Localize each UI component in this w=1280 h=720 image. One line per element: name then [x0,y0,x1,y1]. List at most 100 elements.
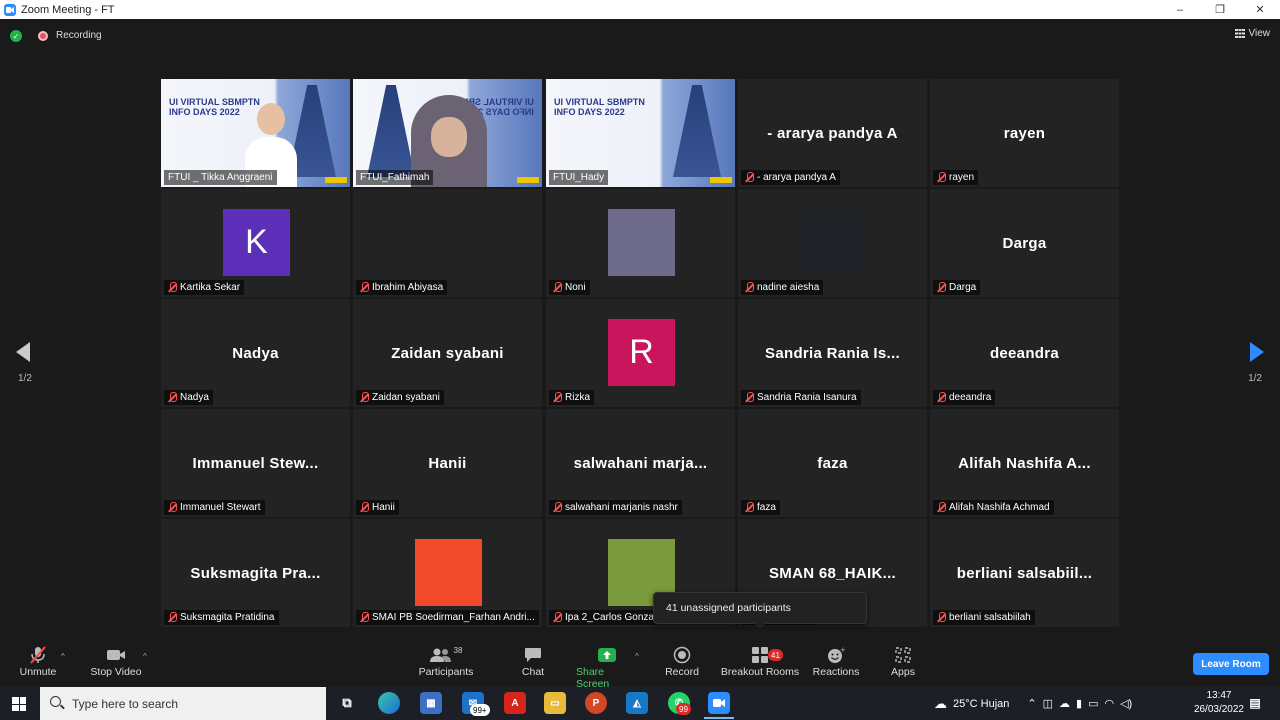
participant-tile[interactable]: rayen rayen [930,79,1119,187]
view-button[interactable]: View [1234,28,1270,39]
share-screen-button[interactable]: Share Screen [576,644,638,690]
minimize-button[interactable]: – [1160,0,1200,19]
participant-name-label: Ibrahim Abiyasa [356,280,448,295]
task-view-icon[interactable]: ⧉ [336,692,358,714]
taskbar-search-box[interactable]: Type here to search [40,687,326,720]
participant-tile[interactable]: Suksmagita Pra... Suksmagita Pratidina [161,519,350,627]
participant-tile[interactable]: UI VIRTUAL SBMPTN INFO DAYS 2022 FTUI _ Ti… [161,79,350,187]
slide-logo-mark [325,177,347,183]
participants-button[interactable]: 38 Participants [418,644,474,679]
notifications-icon[interactable]: ▤ [1244,692,1266,714]
participant-tile[interactable]: Noni [546,189,735,297]
participant-tile[interactable]: Nadya Nadya [161,299,350,407]
share-options-caret-icon[interactable]: ^ [635,652,639,661]
participant-tile[interactable]: R Rizka [546,299,735,407]
window-title: Zoom Meeting - FT [21,3,115,16]
record-button[interactable]: Record [664,644,700,678]
network-icon[interactable]: ◫ [1043,697,1053,710]
participant-name-label: Suksmagita Pratidina [164,610,279,625]
tray-chevron-icon[interactable]: ⌃ [1027,697,1036,710]
participant-name: Immanuel Stewart [180,502,261,513]
onedrive-icon[interactable]: ☁ [1059,697,1070,710]
file-explorer-icon[interactable]: ▭ [544,692,566,714]
clock-time: 13:47 [1206,690,1232,701]
unmute-button[interactable]: Unmute [18,644,58,678]
participant-tile[interactable]: Ibrahim Abiyasa [353,189,542,297]
participant-tile[interactable]: UI VIRTUAL SBMPTN INFO DAYS 2022 FTUI_Hady [546,79,735,187]
participant-tile[interactable]: Hanii Hanii [353,409,542,517]
breakout-tooltip: 41 unassigned participants [653,592,867,629]
taskbar-clock[interactable]: 13:47 26/03/2022 [1194,689,1244,717]
acrobat-icon[interactable]: A [504,692,526,714]
tray-mic-icon[interactable]: ▮ [1076,697,1082,710]
participants-icon: 38 [429,644,462,666]
muted-microphone-icon [553,282,562,293]
participant-name: Suksmagita Pratidina [180,612,275,623]
muted-microphone-icon [745,172,754,183]
video-camera-icon [106,644,126,666]
video-options-caret-icon[interactable]: ^ [143,652,147,661]
zoom-taskbar-icon[interactable] [704,692,734,719]
participant-name: nadine aiesha [757,282,820,293]
profile-photo [415,539,482,606]
muted-microphone-icon [553,392,562,403]
participant-tile[interactable]: Darga Darga [930,189,1119,297]
participant-tile[interactable]: SMAI PB Soedirman_Farhan Andri... [353,519,542,627]
muted-microphone-icon [937,612,946,623]
stop-video-button[interactable]: Stop Video [88,644,144,678]
participant-face [431,117,467,157]
microphone-muted-icon [28,644,48,666]
wifi-icon[interactable]: ◠ [1104,697,1114,710]
breakout-rooms-icon [751,644,769,666]
participant-tile[interactable]: Immanuel Stew... Immanuel Stewart [161,409,350,517]
edge-browser-icon[interactable] [378,692,400,714]
apps-label: Apps [891,666,915,678]
taskbar-search-placeholder: Type here to search [72,696,179,711]
photos-icon[interactable]: ◭ [626,692,648,714]
participant-tile[interactable]: Alifah Nashifa A... Alifah Nashifa Achmad [930,409,1119,517]
leave-room-button[interactable]: Leave Room [1193,653,1269,675]
participant-tile[interactable]: nadine aiesha [738,189,927,297]
participant-name-label: Zaidan syabani [356,390,444,405]
profile-photo [608,209,675,276]
participant-name: Ibrahim Abiyasa [372,282,444,293]
windows-start-icon[interactable] [12,697,26,711]
participant-name: Zaidan syabani [372,392,440,403]
participant-name: deeandra [949,392,992,403]
microsoft-store-icon[interactable]: ▦ [420,692,442,714]
weather-cloud-icon: ☁ [934,695,947,711]
participant-tile[interactable]: faza faza [738,409,927,517]
close-button[interactable]: ✕ [1240,0,1280,19]
powerpoint-icon[interactable]: P [585,692,607,714]
apps-button[interactable]: Apps [888,644,918,678]
participant-tile[interactable]: - ararya pandya A- ararya pandya A [738,79,927,187]
participant-tile[interactable]: Zaidan syabani Zaidan syabani [353,299,542,407]
muted-microphone-icon [360,612,369,623]
participant-tile[interactable]: deeandra deeandra [930,299,1119,407]
maximize-button[interactable]: ❐ [1200,0,1240,19]
reactions-button[interactable]: + Reactions [812,644,860,678]
chat-button[interactable]: Chat [518,644,548,678]
participant-name: SMAI PB Soedirman_Farhan Andri... [372,612,535,623]
apps-icon [894,644,912,666]
participant-tile[interactable]: berliani salsabiil... berliani salsabiila… [930,519,1119,627]
participant-tile[interactable]: K Kartika Sekar [161,189,350,297]
breakout-rooms-button[interactable]: Breakout Rooms [720,644,800,678]
security-shield-icon[interactable]: ✓ [10,30,22,42]
battery-icon[interactable]: ▭ [1088,697,1098,710]
participant-tile[interactable]: salwahani marja... salwahani marjanis nas… [546,409,735,517]
avatar: K [223,209,290,276]
participant-name-label: Noni [549,280,590,295]
audio-options-caret-icon[interactable]: ^ [61,652,65,661]
page-indicator-right: 1/2 [1248,373,1262,384]
previous-page-arrow-icon[interactable] [16,342,30,362]
weather-text[interactable]: 25°C Hujan [953,698,1009,710]
participant-name-label: Nadya [164,390,213,405]
participant-tile[interactable]: Sandria Rania Is... Sandria Rania Isanura [738,299,927,407]
volume-icon[interactable]: ◁) [1120,697,1132,710]
participant-name: Alifah Nashifa Achmad [949,502,1050,513]
muted-microphone-icon [937,392,946,403]
whatsapp-badge: 99 [676,703,691,715]
next-page-arrow-icon[interactable] [1250,342,1264,362]
participant-tile[interactable]: UI VIRTUAL SBMPTN INFO DAYS 2022 FTUI_Fath… [353,79,542,187]
